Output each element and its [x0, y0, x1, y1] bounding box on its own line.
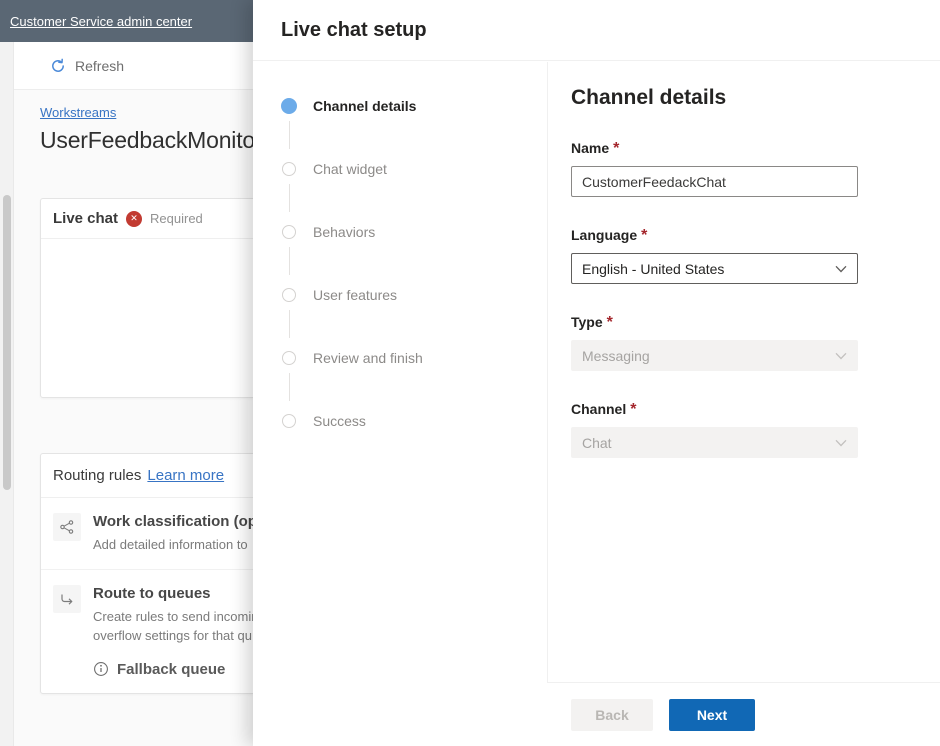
back-button[interactable]: Back — [571, 698, 653, 731]
app-title-link[interactable]: Customer Service admin center — [10, 14, 192, 29]
page-scrollbar[interactable] — [0, 42, 14, 746]
breadcrumb-workstreams[interactable]: Workstreams — [40, 105, 116, 120]
language-label-text: Language — [571, 227, 638, 243]
work-classification-item[interactable]: Work classification (opti Add detailed i… — [41, 498, 253, 570]
fallback-queue-label: Fallback queue — [117, 660, 226, 678]
step-dot-icon — [282, 351, 296, 365]
next-button[interactable]: Next — [669, 698, 755, 731]
step-channel-details[interactable]: Channel details — [281, 98, 547, 161]
chevron-down-icon — [835, 439, 847, 447]
live-chat-card: Live chat ✕ Required — [40, 198, 253, 398]
required-asterisk: * — [606, 314, 613, 331]
route-to-queues-icon — [53, 584, 81, 613]
channel-details-form: Channel details Name* Language* English … — [547, 62, 940, 746]
route-to-queues-text: Route to queues Create rules to send inc… — [93, 585, 253, 678]
name-field-group: Name * — [571, 140, 858, 197]
step-user-features[interactable]: User features — [281, 287, 547, 350]
learn-more-link[interactable]: Learn more — [147, 467, 224, 484]
step-label: Review and finish — [313, 350, 423, 366]
panel-footer: Back Next — [547, 682, 940, 746]
route-to-queues-description-line2: overflow settings for that qu — [93, 628, 252, 644]
channel-field-group: Channel * Chat — [571, 401, 858, 458]
required-status-badge: Required — [150, 211, 203, 226]
panel-body: Channel details Chat widget Behaviors Us… — [253, 62, 940, 746]
page-toolbar: Refresh — [14, 42, 253, 90]
panel-header: Live chat setup — [253, 0, 940, 61]
channel-label-text: Channel — [571, 401, 627, 417]
error-icon: ✕ — [126, 210, 143, 227]
type-dropdown-disabled: Messaging — [571, 340, 858, 371]
name-label-text: Name — [571, 140, 610, 156]
name-input[interactable] — [571, 166, 858, 197]
channel-dropdown-disabled: Chat — [571, 427, 858, 458]
channel-dropdown-value: Chat — [582, 434, 612, 451]
scrollbar-thumb[interactable] — [3, 195, 11, 490]
step-review-and-finish[interactable]: Review and finish — [281, 350, 547, 413]
fallback-queue-link[interactable]: Fallback queue — [93, 661, 253, 678]
type-label: Type * — [571, 314, 858, 332]
step-dot-icon — [282, 414, 296, 428]
required-asterisk: * — [613, 140, 620, 157]
language-dropdown-value: English - United States — [582, 260, 725, 277]
step-dot-icon — [282, 162, 296, 176]
language-dropdown[interactable]: English - United States — [571, 253, 858, 284]
work-classification-icon — [53, 513, 81, 541]
work-classification-title: Work classification (opti — [93, 513, 253, 530]
required-asterisk: * — [641, 227, 648, 244]
page-content: Workstreams UserFeedbackMonitorS Live ch… — [40, 104, 253, 694]
step-label: Chat widget — [313, 161, 387, 177]
page-title: UserFeedbackMonitorS — [40, 127, 253, 153]
language-label: Language * — [571, 227, 858, 245]
step-chat-widget[interactable]: Chat widget — [281, 161, 547, 224]
work-classification-description: Add detailed information to — [93, 537, 248, 552]
route-to-queues-title: Route to queues — [93, 584, 211, 602]
live-chat-card-header: Live chat ✕ Required — [41, 199, 253, 239]
route-to-queues-description-line1: Create rules to send incomin — [93, 608, 253, 624]
type-dropdown-value: Messaging — [582, 347, 650, 364]
work-classification-text: Work classification (opti Add detailed i… — [93, 513, 253, 554]
required-asterisk: * — [630, 401, 637, 418]
step-label: Behaviors — [313, 224, 376, 240]
app-header-bar: Customer Service admin center — [0, 0, 253, 42]
refresh-icon[interactable] — [50, 58, 66, 74]
language-field-group: Language * English - United States — [571, 227, 858, 284]
step-dot-icon — [282, 225, 296, 239]
form-heading: Channel details — [571, 86, 727, 109]
name-label: Name * — [571, 140, 858, 158]
route-to-queues-item[interactable]: Route to queues Create rules to send inc… — [41, 570, 253, 693]
screen: Customer Service admin center Refresh Wo… — [0, 0, 940, 746]
routing-rules-title: Routing rules — [53, 467, 142, 484]
background-page: Customer Service admin center Refresh Wo… — [0, 0, 253, 746]
chevron-down-icon — [835, 352, 847, 360]
chevron-down-icon — [835, 265, 847, 273]
step-dot-active-icon — [281, 98, 297, 114]
info-icon — [93, 661, 109, 677]
step-label: Success — [313, 413, 366, 429]
routing-rules-card: Routing rules Learn more Work classifica — [40, 453, 253, 694]
channel-label: Channel * — [571, 401, 858, 419]
step-dot-icon — [282, 288, 296, 302]
refresh-button[interactable]: Refresh — [75, 58, 124, 74]
type-field-group: Type * Messaging — [571, 314, 858, 371]
step-behaviors[interactable]: Behaviors — [281, 224, 547, 287]
step-label: User features — [313, 287, 398, 303]
step-success[interactable]: Success — [281, 413, 547, 476]
panel-title: Live chat setup — [281, 18, 427, 41]
routing-rules-header: Routing rules Learn more — [41, 454, 253, 498]
wizard-steps: Channel details Chat widget Behaviors Us… — [253, 62, 547, 746]
step-label: Channel details — [313, 98, 417, 114]
live-chat-card-title: Live chat — [53, 210, 119, 227]
live-chat-setup-panel: Live chat setup Channel details Chat wid… — [253, 0, 940, 746]
type-label-text: Type — [571, 314, 603, 330]
